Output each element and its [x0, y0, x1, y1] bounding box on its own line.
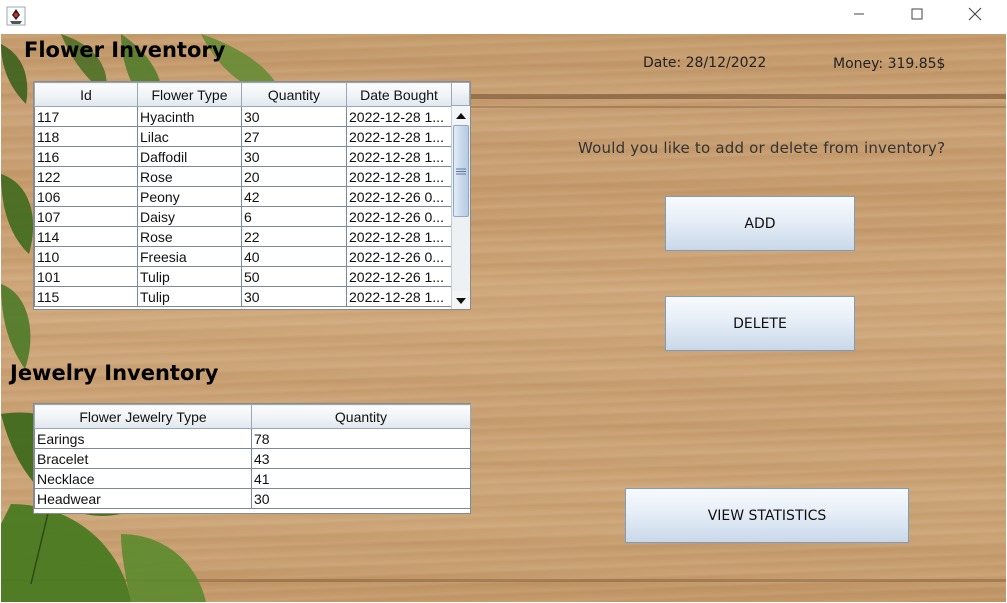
table-row[interactable]: 101 Tulip 50 2022-12-26 1... — [34, 266, 452, 287]
scroll-thumb[interactable] — [453, 125, 469, 217]
cell-quantity[interactable]: 42 — [241, 186, 347, 207]
table-row[interactable]: 118 Lilac 27 2022-12-28 1... — [34, 126, 452, 147]
cell-id[interactable]: 107 — [34, 206, 138, 227]
vertical-scrollbar[interactable] — [451, 106, 470, 309]
cell-date-bought[interactable]: 2022-12-28 1... — [346, 106, 452, 127]
column-header-flower-type[interactable]: Flower Type — [137, 82, 242, 107]
cell-flower-type[interactable]: Daisy — [137, 206, 242, 227]
cell-id[interactable]: 116 — [34, 146, 138, 167]
cell-id[interactable]: 110 — [34, 246, 138, 267]
cell-flower-type[interactable]: Tulip — [137, 286, 242, 307]
column-header-quantity[interactable]: Quantity — [251, 404, 471, 429]
cell-flower-type[interactable]: Rose — [137, 226, 242, 247]
grip-icon — [456, 162, 466, 180]
cell-quantity[interactable]: 30 — [241, 106, 347, 127]
cell-quantity[interactable]: 27 — [241, 126, 347, 147]
column-header-quantity[interactable]: Quantity — [241, 82, 347, 107]
cell-date-bought[interactable]: 2022-12-28 1... — [346, 166, 452, 187]
cell-quantity[interactable]: 22 — [241, 226, 347, 247]
cell-quantity[interactable]: 30 — [241, 146, 347, 167]
cell-quantity[interactable]: 78 — [251, 428, 471, 449]
scroll-down-button[interactable] — [452, 291, 470, 309]
cell-flower-type[interactable]: Lilac — [137, 126, 242, 147]
money-label: Money: 319.85$ — [833, 56, 946, 72]
cell-date-bought[interactable]: 2022-12-26 1... — [346, 266, 452, 287]
cell-quantity[interactable]: 6 — [241, 206, 347, 227]
cell-id[interactable]: 101 — [34, 266, 138, 287]
cell-jewelry-type[interactable]: Necklace — [34, 468, 252, 489]
cell-id[interactable]: 114 — [34, 226, 138, 247]
main-panel: Flower Inventory Jewelry Inventory Date:… — [1, 34, 1006, 602]
cell-date-bought[interactable]: 2022-12-28 1... — [346, 146, 452, 167]
cell-quantity[interactable]: 20 — [241, 166, 347, 187]
column-header-jewelry-type[interactable]: Flower Jewelry Type — [34, 404, 252, 429]
cell-id[interactable]: 117 — [34, 106, 138, 127]
close-icon — [968, 7, 982, 26]
table-row[interactable]: 122 Rose 20 2022-12-28 1... — [34, 166, 452, 187]
table-header-corner — [451, 82, 470, 106]
wood-plank-seam — [441, 106, 1006, 108]
maximize-icon — [911, 7, 923, 25]
table-row[interactable]: Headwear 30 — [34, 488, 471, 509]
cell-date-bought[interactable]: 2022-12-28 1... — [346, 286, 452, 307]
flower-inventory-title: Flower Inventory — [24, 38, 226, 62]
table-row[interactable]: 115 Tulip 30 2022-12-28 1... — [34, 286, 452, 307]
cell-flower-type[interactable]: Rose — [137, 166, 242, 187]
cell-flower-type[interactable]: Daffodil — [137, 146, 242, 167]
cell-flower-type[interactable]: Tulip — [137, 266, 242, 287]
cell-flower-type[interactable]: Peony — [137, 186, 242, 207]
table-header-row: Flower Jewelry Type Quantity — [34, 404, 471, 429]
cell-id[interactable]: 118 — [34, 126, 138, 147]
cell-flower-type[interactable]: Hyacinth — [137, 106, 242, 127]
flower-inventory-table: Id Flower Type Quantity Date Bought 117 H… — [33, 81, 471, 310]
table-row[interactable]: 116 Daffodil 30 2022-12-28 1... — [34, 146, 452, 167]
cell-jewelry-type[interactable]: Earings — [34, 428, 252, 449]
title-bar — [0, 0, 1007, 34]
cell-jewelry-type[interactable]: Bracelet — [34, 448, 252, 469]
jewelry-inventory-title: Jewelry Inventory — [10, 361, 219, 385]
table-row[interactable]: Bracelet 43 — [34, 448, 471, 469]
cell-quantity[interactable]: 50 — [241, 266, 347, 287]
cell-quantity[interactable]: 40 — [241, 246, 347, 267]
scroll-up-button[interactable] — [452, 106, 470, 124]
cell-date-bought[interactable]: 2022-12-28 1... — [346, 226, 452, 247]
inventory-question: Would you like to add or delete from inv… — [578, 139, 946, 157]
view-statistics-button[interactable]: VIEW STATISTICS — [625, 488, 909, 543]
table-header-row: Id Flower Type Quantity Date Bought — [34, 82, 452, 107]
table-row[interactable]: Earings 78 — [34, 428, 471, 449]
cell-date-bought[interactable]: 2022-12-26 0... — [346, 186, 452, 207]
cell-quantity[interactable]: 30 — [251, 488, 471, 509]
delete-button[interactable]: DELETE — [665, 296, 855, 351]
column-header-id[interactable]: Id — [34, 82, 138, 107]
column-header-date-bought[interactable]: Date Bought — [346, 82, 452, 107]
arrow-up-icon — [456, 106, 466, 124]
arrow-down-icon — [456, 291, 466, 309]
maximize-button[interactable] — [894, 0, 940, 32]
table-row[interactable]: Necklace 41 — [34, 468, 471, 489]
cell-date-bought[interactable]: 2022-12-28 1... — [346, 126, 452, 147]
cell-date-bought[interactable]: 2022-12-26 0... — [346, 246, 452, 267]
cell-id[interactable]: 122 — [34, 166, 138, 187]
table-row[interactable]: 117 Hyacinth 30 2022-12-28 1... — [34, 106, 452, 127]
add-button[interactable]: ADD — [665, 196, 855, 251]
table-row[interactable]: 114 Rose 22 2022-12-28 1... — [34, 226, 452, 247]
cell-quantity[interactable]: 41 — [251, 468, 471, 489]
cell-quantity[interactable]: 30 — [241, 286, 347, 307]
cell-id[interactable]: 115 — [34, 286, 138, 307]
table-row[interactable]: 110 Freesia 40 2022-12-26 0... — [34, 246, 452, 267]
table-row[interactable]: 106 Peony 42 2022-12-26 0... — [34, 186, 452, 207]
minimize-button[interactable] — [836, 0, 882, 32]
jewelry-inventory-table: Flower Jewelry Type Quantity Earings 78 B… — [33, 403, 471, 514]
cell-quantity[interactable]: 43 — [251, 448, 471, 469]
cell-flower-type[interactable]: Freesia — [137, 246, 242, 267]
java-duke-icon — [6, 6, 26, 26]
table-row[interactable]: 107 Daisy 6 2022-12-26 0... — [34, 206, 452, 227]
minimize-icon — [853, 7, 865, 25]
cell-date-bought[interactable]: 2022-12-26 0... — [346, 206, 452, 227]
date-label: Date: 28/12/2022 — [643, 55, 767, 71]
wood-plank-seam — [441, 94, 1006, 99]
close-button[interactable] — [952, 0, 998, 32]
cell-id[interactable]: 106 — [34, 186, 138, 207]
cell-jewelry-type[interactable]: Headwear — [34, 488, 252, 509]
